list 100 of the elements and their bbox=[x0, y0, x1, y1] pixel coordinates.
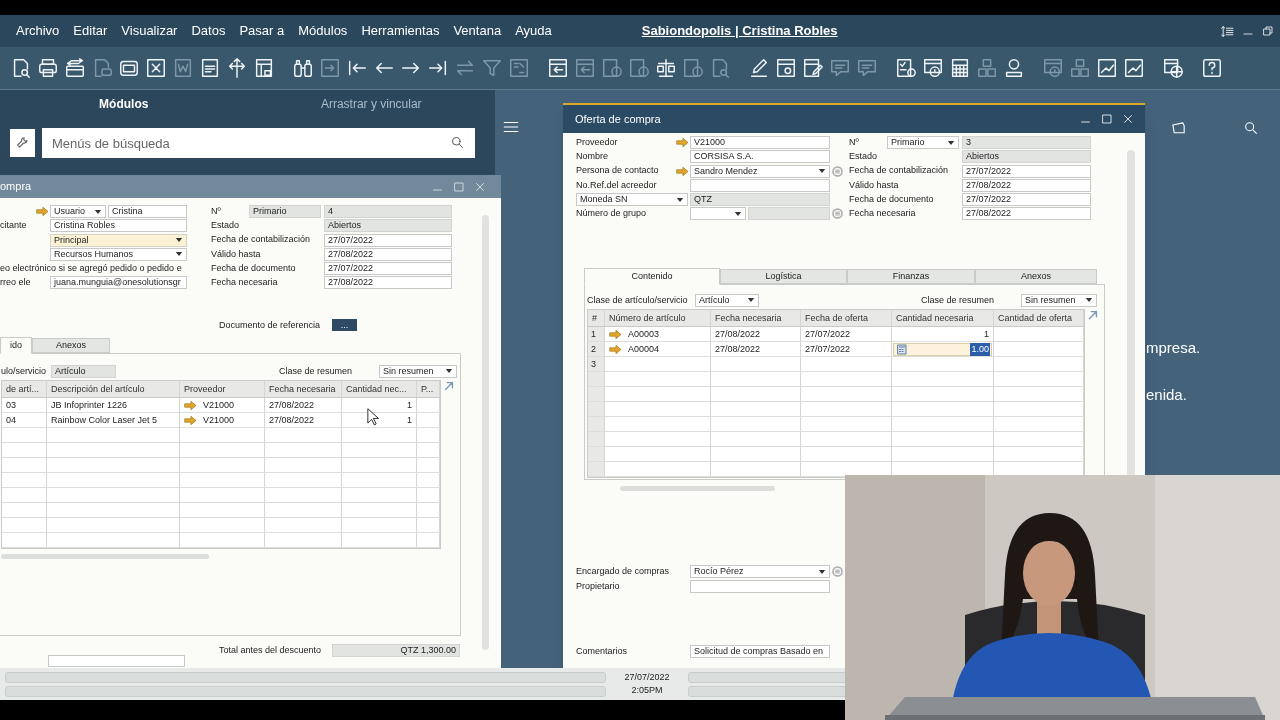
input-field[interactable]: 27/08/2022 bbox=[962, 178, 1091, 192]
column-header[interactable]: Fecha necesaria bbox=[265, 381, 342, 398]
input-field[interactable]: Solicitud de compras Basado en bbox=[690, 644, 830, 658]
input-field[interactable]: 27/07/2022 bbox=[324, 233, 452, 247]
chart-icon[interactable] bbox=[1123, 57, 1145, 79]
column-header[interactable]: Cantidad necesaria bbox=[892, 310, 994, 327]
tab[interactable]: Logística bbox=[720, 269, 847, 285]
link-arrow-icon[interactable] bbox=[184, 400, 197, 411]
reference-button[interactable]: ... bbox=[332, 319, 357, 332]
scrollbar[interactable] bbox=[1127, 150, 1135, 477]
dropdown-field[interactable]: Rocío Pérez bbox=[690, 565, 830, 579]
menu-item[interactable]: Datos bbox=[191, 21, 226, 41]
column-header[interactable]: Cantidad de oferta bbox=[994, 310, 1084, 327]
input-field[interactable]: QTZ bbox=[690, 193, 830, 207]
input-field[interactable]: Cristina Robles bbox=[50, 219, 187, 233]
dropdown-field[interactable]: Primario bbox=[887, 136, 959, 149]
dropdown-field[interactable]: Sandro Mendez bbox=[690, 164, 830, 178]
column-header[interactable]: Número de artículo bbox=[605, 310, 711, 327]
menu-item[interactable]: Visualizar bbox=[121, 21, 178, 41]
document-pencil-icon[interactable] bbox=[802, 57, 824, 79]
tab[interactable]: Anexos bbox=[32, 338, 110, 354]
pencil-icon[interactable] bbox=[748, 57, 770, 79]
column-header[interactable]: Fecha necesaria bbox=[711, 310, 801, 327]
scrollbar[interactable] bbox=[620, 486, 775, 492]
balance-scale-icon[interactable] bbox=[655, 57, 677, 79]
link-arrow-icon[interactable] bbox=[676, 137, 689, 148]
input-field[interactable]: 27/07/2022 bbox=[324, 262, 452, 276]
restore-icon[interactable] bbox=[1262, 25, 1274, 37]
column-header[interactable]: Descripción del artículo bbox=[47, 381, 180, 398]
input-field[interactable]: Abiertos bbox=[962, 150, 1091, 164]
scrollbar[interactable] bbox=[1, 554, 209, 560]
expand-icon[interactable] bbox=[1087, 309, 1099, 322]
menu-item[interactable]: Módulos bbox=[298, 21, 348, 41]
dropdown-field[interactable] bbox=[690, 207, 746, 221]
dropdown-field[interactable]: Recursos Humanos bbox=[50, 247, 187, 261]
calculator-icon[interactable] bbox=[949, 57, 971, 79]
list-circle-icon[interactable] bbox=[831, 208, 843, 220]
input-field[interactable] bbox=[690, 178, 830, 192]
menu-item[interactable]: Editar bbox=[73, 21, 108, 41]
dropdown-field[interactable]: Moneda SN bbox=[576, 193, 688, 207]
dropdown-field[interactable]: Sin resumen bbox=[379, 365, 457, 378]
scrollbar[interactable] bbox=[482, 215, 489, 650]
input-field[interactable] bbox=[690, 579, 830, 593]
menu-item[interactable]: Pasar a bbox=[239, 21, 285, 41]
input-field[interactable]: Cristina bbox=[108, 205, 187, 218]
tab[interactable]: Anexos bbox=[975, 269, 1097, 285]
close-icon[interactable] bbox=[1122, 113, 1134, 125]
help-icon[interactable] bbox=[1201, 57, 1223, 79]
dropdown-field[interactable]: Usuario bbox=[50, 205, 106, 218]
input-field[interactable]: QTZ 1,300.00 bbox=[332, 644, 460, 658]
input-field[interactable]: juana.munguia@onesolutionsgr bbox=[50, 276, 187, 290]
input-field[interactable]: CORSISA S.A. bbox=[690, 150, 830, 164]
card-arrows-icon[interactable] bbox=[64, 57, 86, 79]
dropdown-field[interactable]: Sin resumen bbox=[1021, 294, 1097, 307]
window-alert-icon[interactable] bbox=[922, 57, 944, 79]
checklist-icon[interactable] bbox=[895, 57, 917, 79]
menu-item[interactable]: Ayuda bbox=[515, 21, 552, 41]
input-field[interactable]: V21000 bbox=[690, 136, 830, 149]
x-box-icon[interactable] bbox=[145, 57, 167, 79]
chart-icon[interactable] bbox=[1096, 57, 1118, 79]
link-arrow-icon[interactable] bbox=[609, 344, 622, 355]
column-header[interactable]: Proveedor bbox=[180, 381, 265, 398]
input-field[interactable]: 4 bbox=[324, 205, 452, 218]
input-field[interactable]: 27/08/2022 bbox=[324, 247, 452, 261]
sort-lines-icon[interactable] bbox=[1221, 24, 1234, 38]
tab[interactable]: Contenido bbox=[584, 268, 720, 286]
menu-item[interactable]: Archivo bbox=[16, 21, 60, 41]
link-arrow-icon[interactable] bbox=[609, 329, 622, 340]
input-field[interactable]: 27/07/2022 bbox=[962, 164, 1091, 178]
link-arrow-icon[interactable] bbox=[676, 165, 689, 177]
expand-icon[interactable] bbox=[443, 380, 455, 393]
binoculars-icon[interactable] bbox=[292, 57, 314, 79]
tab[interactable]: Finanzas bbox=[847, 269, 975, 285]
printer-icon[interactable] bbox=[37, 57, 59, 79]
document-lock-icon[interactable] bbox=[253, 57, 275, 79]
input-field[interactable]: Artículo bbox=[51, 365, 116, 378]
list-circle-icon[interactable] bbox=[831, 566, 843, 578]
link-arrow-icon[interactable] bbox=[36, 206, 49, 217]
search-icon[interactable] bbox=[1243, 120, 1259, 136]
dropdown-field[interactable]: Artículo bbox=[695, 294, 759, 307]
dropdown-field[interactable]: Principal bbox=[50, 233, 187, 247]
globe-window-icon[interactable] bbox=[1162, 57, 1184, 79]
input-field[interactable] bbox=[748, 207, 830, 221]
user-icon[interactable] bbox=[1003, 57, 1025, 79]
list-circle-icon[interactable] bbox=[831, 165, 843, 177]
tab[interactable]: ido bbox=[0, 337, 32, 355]
column-header[interactable]: Cantidad nec... bbox=[342, 381, 417, 398]
input-field[interactable]: Abiertos bbox=[324, 219, 452, 233]
input-field[interactable]: 3 bbox=[962, 136, 1091, 149]
column-header[interactable]: P... bbox=[417, 381, 440, 398]
input-field[interactable] bbox=[48, 655, 185, 668]
document-icon[interactable] bbox=[199, 57, 221, 79]
column-header[interactable]: de artí... bbox=[2, 381, 47, 398]
column-header[interactable]: Fecha de oferta bbox=[801, 310, 892, 327]
menu-item[interactable]: Herramientas bbox=[361, 21, 440, 41]
input-field[interactable]: 1.00 bbox=[893, 343, 992, 356]
menu-item[interactable]: Ventana bbox=[453, 21, 502, 41]
maximize-icon[interactable] bbox=[1101, 113, 1113, 125]
input-field[interactable]: 27/07/2022 bbox=[962, 193, 1091, 207]
link-arrow-icon[interactable] bbox=[184, 415, 197, 426]
